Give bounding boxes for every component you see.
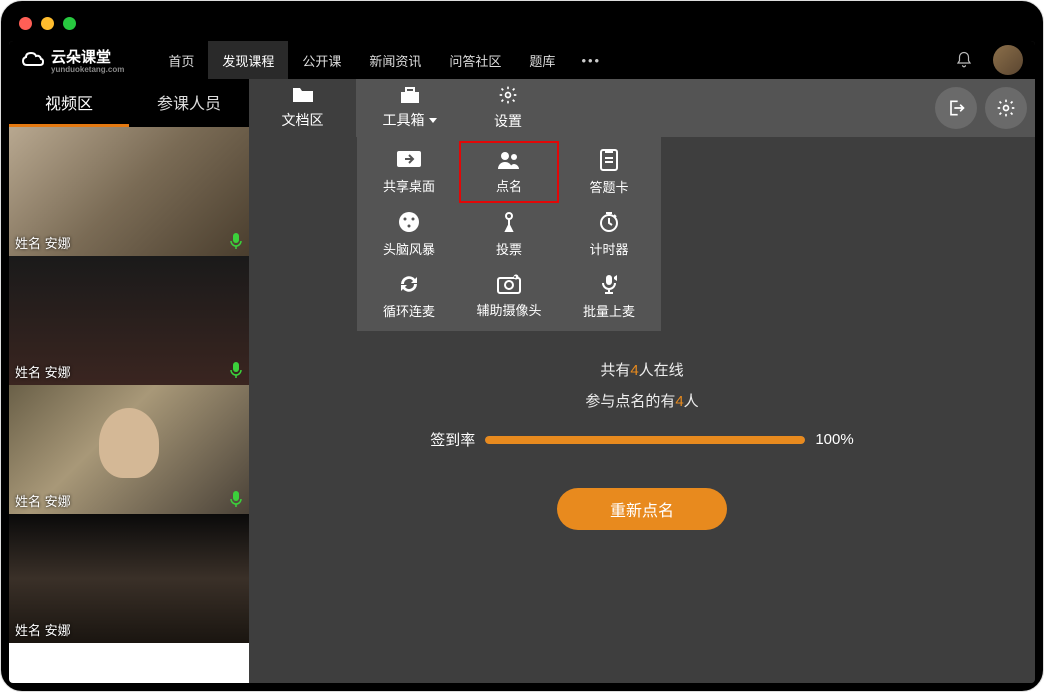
signin-rate-pct: 100%: [815, 431, 853, 448]
tool-label: 辅助摄像头: [476, 300, 541, 319]
video-tile[interactable]: 姓名 安娜: [9, 514, 249, 643]
vote-icon: [498, 211, 520, 236]
camera-icon: [497, 274, 521, 297]
logo[interactable]: 云朵课堂 yunduoketang.com: [21, 46, 124, 74]
tool-label: 投票: [496, 239, 522, 258]
tool-label: 计时器: [589, 239, 628, 258]
mic-on-icon: [229, 361, 243, 379]
tool-vote[interactable]: 投票: [459, 203, 559, 265]
online-count-text: 共有4人在线: [600, 359, 683, 380]
video-tile[interactable]: 姓名 安娜: [9, 127, 249, 256]
tool-brainstorm[interactable]: 头脑风暴: [359, 203, 459, 265]
toolbar-toolbox-label: 工具箱: [383, 110, 425, 130]
card-icon: [598, 149, 620, 174]
chevron-down-icon: [429, 118, 437, 123]
tool-label: 点名: [496, 176, 522, 195]
nav-public-class[interactable]: 公开课: [288, 41, 355, 79]
video-tile[interactable]: 姓名 安娜: [9, 385, 249, 514]
attendance-panel: 共有4人在线 参与点名的有4人 签到率 100% 重新点名: [249, 359, 1035, 530]
signin-progress-bar: [485, 436, 805, 444]
tool-label: 批量上麦: [583, 301, 635, 320]
tool-label: 头脑风暴: [383, 239, 435, 258]
toolbar-settings-label: 设置: [494, 111, 522, 131]
tool-batch-mic[interactable]: 批量上麦: [559, 265, 659, 327]
main-area: 文档区 工具箱 设置: [249, 79, 1035, 683]
share-screen-icon: [396, 150, 422, 173]
bell-icon[interactable]: [955, 51, 973, 69]
maximize-window[interactable]: [63, 17, 76, 30]
tool-rollcall[interactable]: 点名: [459, 141, 559, 203]
folder-icon: [291, 86, 315, 107]
tool-cycle-mic[interactable]: 循环连麦: [359, 265, 459, 327]
logo-subtitle: yunduoketang.com: [51, 65, 124, 74]
tool-timer[interactable]: 计时器: [559, 203, 659, 265]
signin-rate-row: 签到率 100%: [430, 429, 853, 450]
video-name-label: 姓名 安娜: [15, 362, 71, 381]
video-tile[interactable]: 姓名 安娜: [9, 256, 249, 385]
signin-progress-fill: [485, 436, 805, 444]
brainstorm-icon: [398, 211, 420, 236]
mic-on-icon: [229, 232, 243, 250]
signin-rate-label: 签到率: [430, 429, 475, 450]
window-traffic-lights: [19, 17, 76, 30]
video-thumbnail: [9, 643, 249, 683]
tab-video-area[interactable]: 视频区: [9, 79, 129, 127]
logo-title: 云朵课堂: [51, 49, 111, 66]
video-name-label: 姓名 安娜: [15, 491, 71, 510]
video-name-label: 姓名 安娜: [15, 620, 71, 639]
people-icon: [496, 150, 522, 173]
nav-question-bank[interactable]: 题库: [515, 41, 569, 79]
video-list: 姓名 安娜 姓名 安娜 姓名 安娜: [9, 127, 249, 683]
rollcall-count-text: 参与点名的有4人: [585, 390, 698, 411]
tool-label: 循环连麦: [383, 301, 435, 320]
tool-label: 共享桌面: [383, 176, 435, 195]
nav-more[interactable]: •••: [569, 53, 613, 68]
app-container: 云朵课堂 yunduoketang.com 首页 发现课程 公开课 新闻资讯 问…: [9, 41, 1035, 683]
toolbox-icon: [398, 86, 422, 107]
exit-button[interactable]: [935, 87, 977, 129]
toolbar-doc-area[interactable]: 文档区: [249, 79, 356, 137]
tool-aux-camera[interactable]: 辅助摄像头: [459, 265, 559, 327]
sidebar: 视频区 参课人员 姓名 安娜 姓名 安娜: [9, 79, 249, 683]
nav-news[interactable]: 新闻资讯: [355, 41, 435, 79]
nav-discover[interactable]: 发现课程: [208, 41, 288, 79]
tab-attendees[interactable]: 参课人员: [129, 79, 249, 127]
sidebar-tabs: 视频区 参课人员: [9, 79, 249, 127]
settings-gear-button[interactable]: [985, 87, 1027, 129]
main-toolbar: 文档区 工具箱 设置: [249, 79, 1035, 137]
nav-qa[interactable]: 问答社区: [435, 41, 515, 79]
tool-answer-card[interactable]: 答题卡: [559, 141, 659, 203]
minimize-window[interactable]: [41, 17, 54, 30]
nav-home[interactable]: 首页: [154, 41, 208, 79]
toolbox-dropdown: 共享桌面 点名 答题卡 头脑风暴: [357, 137, 661, 331]
cycle-icon: [397, 273, 421, 298]
gear-icon: [498, 85, 518, 108]
toolbar-toolbox[interactable]: 工具箱: [356, 79, 463, 137]
avatar[interactable]: [993, 45, 1023, 75]
tool-label: 答题卡: [589, 177, 628, 196]
batch-mic-icon: [598, 273, 620, 298]
top-nav: 云朵课堂 yunduoketang.com 首页 发现课程 公开课 新闻资讯 问…: [9, 41, 1035, 79]
redo-rollcall-button[interactable]: 重新点名: [557, 488, 727, 530]
timer-icon: [598, 211, 620, 236]
close-window[interactable]: [19, 17, 32, 30]
toolbar-doc-label: 文档区: [282, 110, 324, 130]
video-name-label: 姓名 安娜: [15, 233, 71, 252]
toolbar-settings[interactable]: 设置: [463, 79, 553, 137]
cloud-logo-icon: [21, 51, 45, 69]
tool-share-desktop[interactable]: 共享桌面: [359, 141, 459, 203]
video-tile[interactable]: [9, 643, 249, 683]
mic-on-icon: [229, 490, 243, 508]
